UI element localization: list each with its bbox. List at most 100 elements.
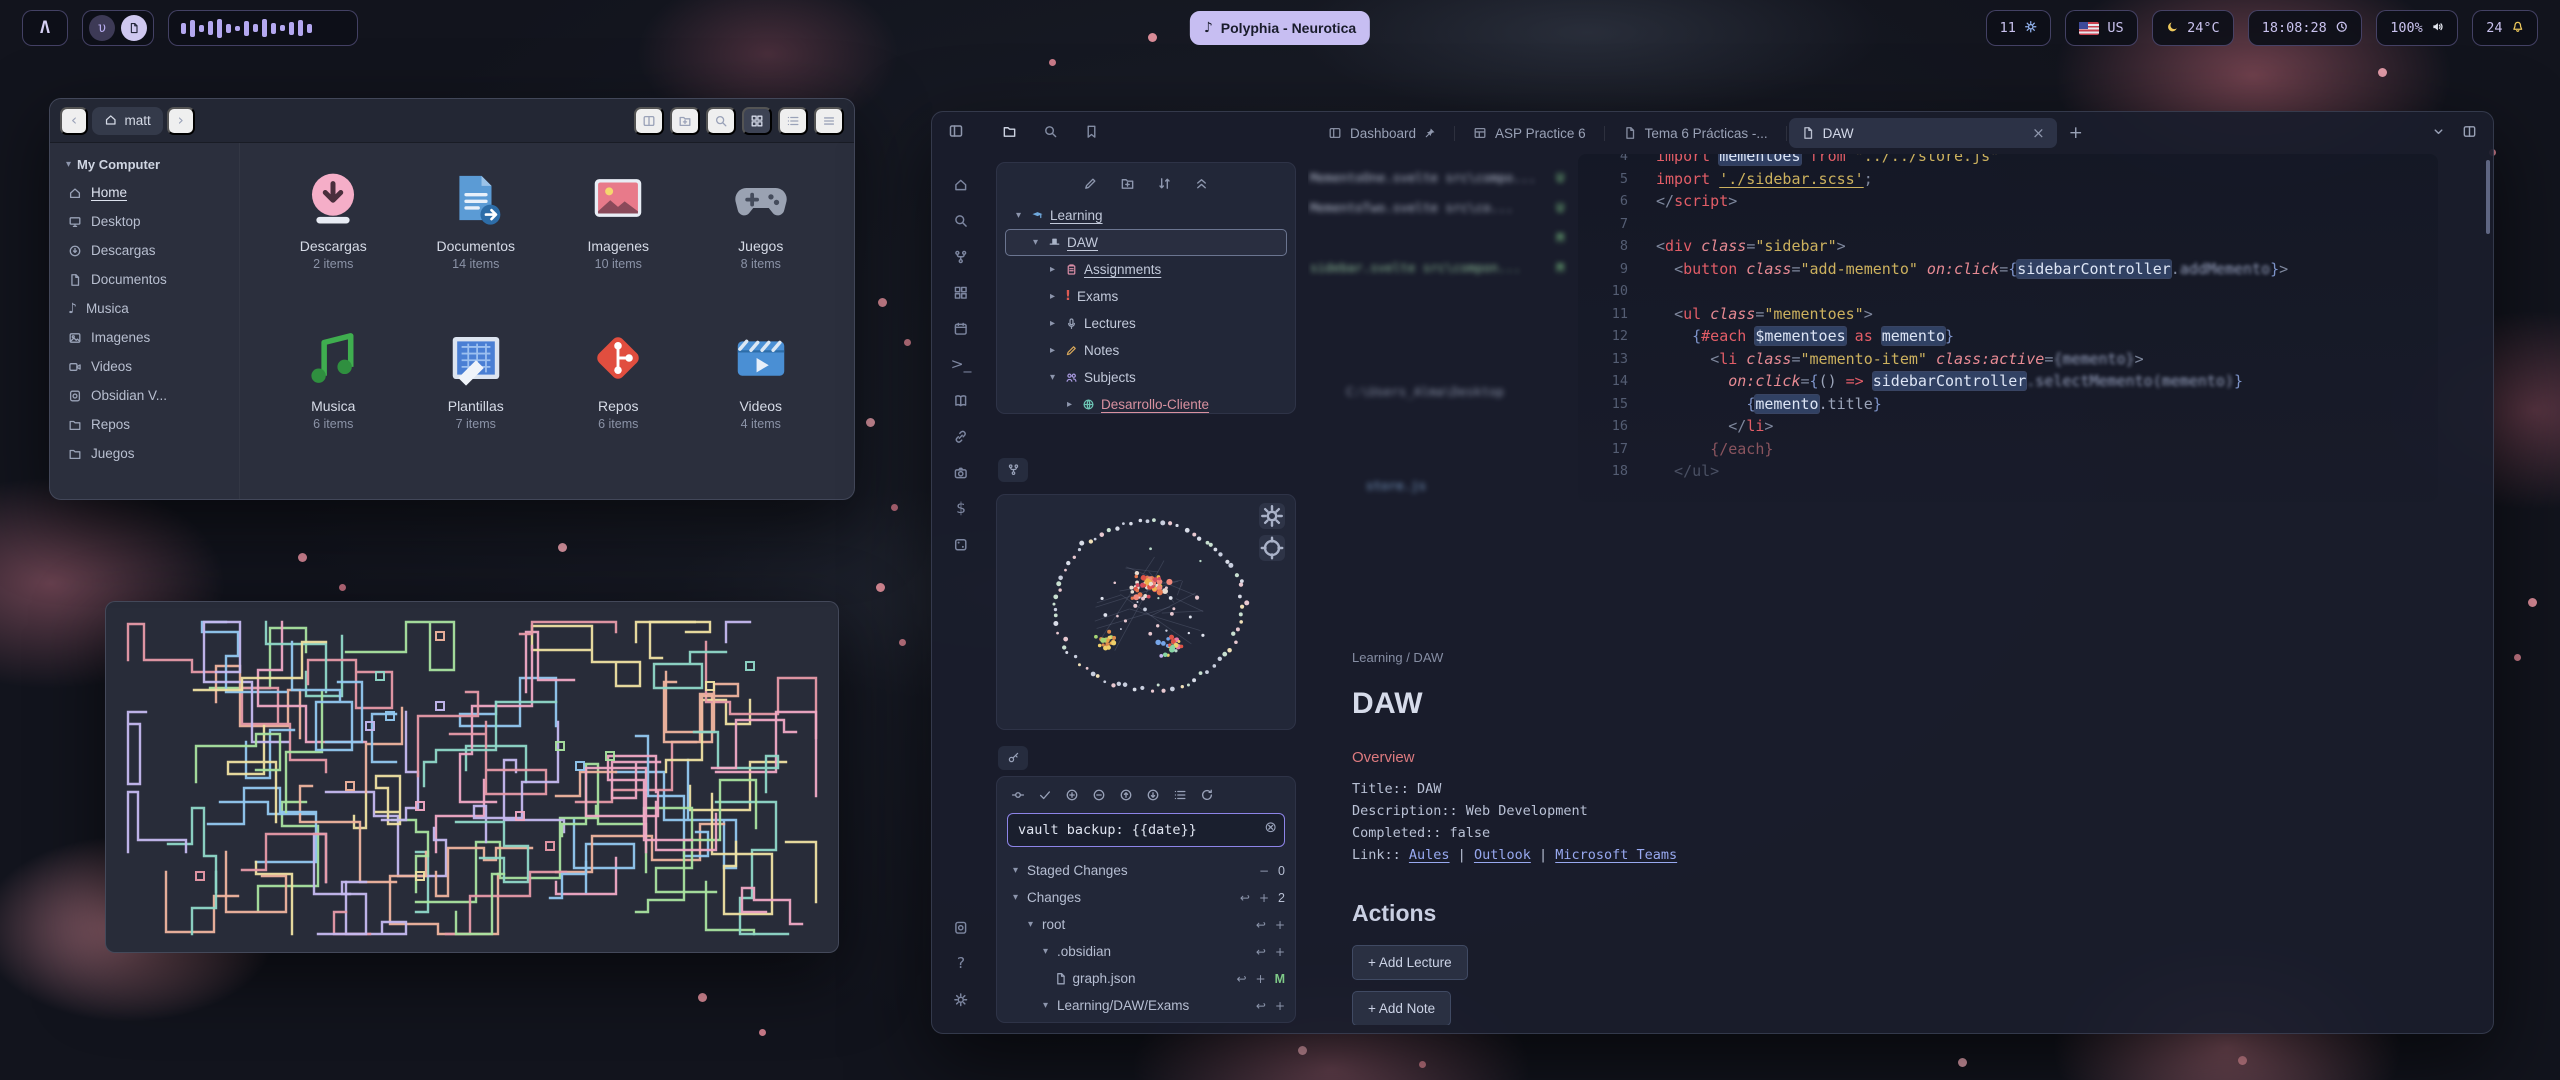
- graph-settings-button[interactable]: [1259, 503, 1285, 529]
- ribbon-camera-icon[interactable]: [945, 458, 977, 488]
- ribbon-search-icon[interactable]: [945, 206, 977, 236]
- ribbon-grid-icon[interactable]: [945, 278, 977, 308]
- folder-repos[interactable]: Repos6 items: [549, 317, 688, 477]
- keyboard-layout-widget[interactable]: US: [2065, 10, 2137, 46]
- panel-tab-bookmark-icon[interactable]: [1084, 124, 1099, 141]
- tab-asp-practice-6[interactable]: ASP Practice 6: [1457, 118, 1602, 148]
- ribbon-terminal-icon[interactable]: >_: [945, 350, 977, 380]
- panel-tab-search-icon[interactable]: [1043, 124, 1058, 141]
- explorer-item-assignments[interactable]: ▸Assignments: [1005, 256, 1287, 283]
- git-collapse-button[interactable]: [998, 746, 1028, 770]
- ribbon-dollar-icon[interactable]: $: [945, 494, 977, 524]
- explorer-sort-button[interactable]: [1157, 176, 1172, 193]
- explorer-folderplus-button[interactable]: [1120, 176, 1135, 193]
- git-action-icon[interactable]: ↩: [1236, 973, 1246, 985]
- explorer-item-subjects[interactable]: ▾Subjects: [1005, 364, 1287, 391]
- clear-input-icon[interactable]: ⊗: [1264, 820, 1277, 835]
- git-row--obsidian[interactable]: ▾.obsidian↩+: [1007, 938, 1285, 965]
- new-tab-button[interactable]: +: [2069, 125, 2083, 142]
- git-check-button[interactable]: [1038, 787, 1052, 803]
- clock-widget[interactable]: 18:08:28: [2248, 10, 2363, 46]
- tab-tema-6-pr-cticas-[interactable]: Tema 6 Prácticas -...: [1607, 118, 1784, 148]
- scrollbar[interactable]: [2486, 160, 2490, 234]
- updates-widget[interactable]: 11: [1986, 10, 2052, 46]
- git-action-icon[interactable]: +: [1275, 946, 1285, 958]
- ribbon-gitfork-icon[interactable]: [945, 242, 977, 272]
- sidebar-item-juegos[interactable]: Juegos: [58, 439, 231, 468]
- git-row-learning-daw-exams[interactable]: ▾Learning/DAW/Exams↩+: [1007, 992, 1285, 1019]
- folder-documentos[interactable]: Documentos14 items: [407, 157, 546, 317]
- tab-daw[interactable]: DAW×: [1789, 118, 2057, 148]
- code-lines[interactable]: 4import mementoes from "../../store.js"5…: [1594, 154, 2288, 483]
- git-action-icon[interactable]: ↩: [1240, 892, 1250, 904]
- graph-collapse-button[interactable]: [998, 458, 1028, 482]
- weather-widget[interactable]: 24°C: [2152, 10, 2234, 46]
- git-row-staged-changes[interactable]: ▾Staged Changes−0: [1007, 857, 1285, 884]
- explorer-item-daw[interactable]: ▾DAW: [1005, 229, 1287, 256]
- now-playing-widget[interactable]: ♪ Polyphia - Neurotica: [1190, 11, 1370, 45]
- menu-view-button[interactable]: [814, 107, 844, 135]
- git-action-icon[interactable]: +: [1275, 1000, 1285, 1012]
- ribbon-link-icon[interactable]: [945, 422, 977, 452]
- list-view-button[interactable]: [778, 107, 808, 135]
- tab-list-chevron-icon[interactable]: [2431, 124, 2446, 141]
- graph-locate-button[interactable]: [1259, 535, 1285, 561]
- ribbon-book-icon[interactable]: [945, 386, 977, 416]
- workspace-1[interactable]: υ: [89, 15, 115, 41]
- git-row-graph-json[interactable]: graph.json↩+M: [1007, 965, 1285, 992]
- breadcrumb[interactable]: matt: [92, 107, 163, 135]
- sidebar-item-videos[interactable]: Videos: [58, 352, 231, 381]
- git-action-icon[interactable]: +: [1259, 892, 1269, 904]
- explorer-item-learning[interactable]: ▾Learning: [1005, 202, 1287, 229]
- sidebar-item-home[interactable]: Home: [58, 178, 231, 207]
- ribbon-gear-icon[interactable]: [945, 985, 977, 1015]
- sidebar-item-descargas[interactable]: Descargas: [58, 236, 231, 265]
- git-action-icon[interactable]: ↩: [1256, 919, 1266, 931]
- git-action-icon[interactable]: −: [1259, 865, 1269, 877]
- workspace-2[interactable]: [121, 15, 147, 41]
- note-breadcrumb[interactable]: Learning / DAW: [1352, 650, 2132, 665]
- note-button-add-note[interactable]: + Add Note: [1352, 991, 1451, 1025]
- note-link-outlook[interactable]: Outlook: [1474, 847, 1531, 863]
- split-view-button[interactable]: [634, 107, 664, 135]
- panel-tab-folder-icon[interactable]: [1002, 124, 1017, 141]
- tab-dashboard[interactable]: Dashboard: [1312, 118, 1452, 148]
- ribbon-dice-icon[interactable]: [945, 530, 977, 560]
- explorer-item-notes[interactable]: ▸Notes: [1005, 337, 1287, 364]
- sidebar-item-imagenes[interactable]: Imagenes: [58, 323, 231, 352]
- git-commit-button[interactable]: [1011, 787, 1025, 803]
- note-link-microsoft-teams[interactable]: Microsoft Teams: [1555, 847, 1677, 863]
- git-action-icon[interactable]: ↩: [1256, 1000, 1266, 1012]
- split-layout-icon[interactable]: [2462, 124, 2477, 141]
- commit-message-input[interactable]: [1007, 813, 1285, 847]
- graph-canvas[interactable]: [997, 495, 1295, 729]
- sidebar-item-documentos[interactable]: Documentos: [58, 265, 231, 294]
- ribbon-calendar-icon[interactable]: [945, 314, 977, 344]
- grid-view-button[interactable]: [742, 107, 772, 135]
- forward-button[interactable]: ›: [167, 107, 195, 135]
- explorer-collapse-button[interactable]: [1194, 176, 1209, 193]
- git-row-changes[interactable]: ▾Changes↩+2: [1007, 884, 1285, 911]
- volume-widget[interactable]: 100%: [2376, 10, 2458, 46]
- folder-juegos[interactable]: Juegos8 items: [692, 157, 831, 317]
- explorer-item-lectures[interactable]: ▸Lectures: [1005, 310, 1287, 337]
- tab-close-icon[interactable]: ×: [2032, 126, 2045, 141]
- git-row-root[interactable]: ▾root↩+: [1007, 911, 1285, 938]
- back-button[interactable]: ‹: [60, 107, 88, 135]
- launcher-button[interactable]: Λ: [22, 10, 68, 46]
- git-upcirc-button[interactable]: [1119, 787, 1133, 803]
- sidebar-header[interactable]: ▾ My Computer: [58, 155, 231, 178]
- ribbon-home-icon[interactable]: [945, 170, 977, 200]
- git-action-icon[interactable]: +: [1256, 973, 1266, 985]
- explorer-item-desarrollo-cliente[interactable]: ▸Desarrollo-Cliente: [1005, 391, 1287, 418]
- sidebar-toggle-icon[interactable]: [948, 123, 964, 142]
- folderplus-view-button[interactable]: [670, 107, 700, 135]
- sidebar-item-obsidian-v-[interactable]: Obsidian V...: [58, 381, 231, 410]
- sidebar-item-repos[interactable]: Repos: [58, 410, 231, 439]
- git-action-icon[interactable]: ↩: [1256, 946, 1266, 958]
- sidebar-item-musica[interactable]: ♪Musica: [58, 294, 231, 323]
- folder-descargas[interactable]: Descargas2 items: [264, 157, 403, 317]
- git-minuscirc-button[interactable]: [1092, 787, 1106, 803]
- ribbon-help-icon[interactable]: ?: [945, 949, 977, 979]
- git-action-icon[interactable]: +: [1275, 919, 1285, 931]
